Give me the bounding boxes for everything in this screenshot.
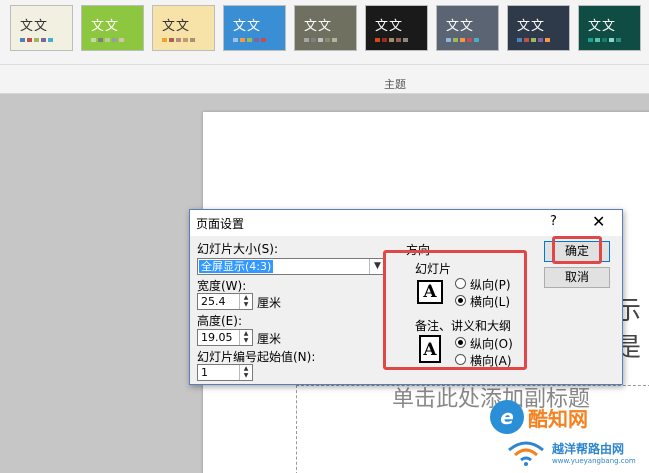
watermark-brand: 酷知网	[528, 407, 588, 431]
height-label: 高度(E):	[197, 314, 242, 328]
spin-up-icon[interactable]: ▲	[240, 365, 252, 372]
ribbon: 文文 文文 文文 文文 文文 文文 文文 文文 文文 主题	[0, 0, 649, 94]
theme-thumbnail[interactable]: 文文	[365, 5, 428, 51]
slides-portrait-label[interactable]: 纵向(P)	[470, 276, 511, 293]
slides-orientation-label: 幻灯片	[415, 262, 452, 276]
slides-landscape-label[interactable]: 横向(L)	[470, 293, 510, 310]
height-spinner[interactable]: 19.05 ▲ ▼	[197, 329, 253, 346]
width-unit: 厘米	[257, 296, 282, 310]
theme-color-swatches	[91, 38, 124, 42]
watermark-site-name: 越洋帮路由网	[552, 442, 625, 456]
watermark-site-url: www.yueyangbang.com	[552, 457, 636, 465]
theme-thumbnail-label: 文文	[517, 19, 546, 34]
slide-size-value: 全屏显示(4:3)	[199, 260, 274, 273]
watermark-logo: e	[490, 400, 524, 434]
spin-up-icon[interactable]: ▲	[240, 330, 252, 337]
theme-thumbnail[interactable]: 文文	[507, 5, 570, 51]
theme-thumbnail[interactable]: 文文	[152, 5, 215, 51]
dialog-title: 页面设置	[196, 217, 245, 231]
start-number-label: 幻灯片编号起始值(N):	[197, 350, 316, 364]
slide-size-label: 幻灯片大小(S):	[197, 242, 279, 256]
theme-thumbnail-label: 文文	[375, 19, 404, 34]
cancel-button[interactable]: 取消	[544, 267, 610, 288]
themes-group-caption: 主题	[384, 78, 406, 91]
theme-thumbnail-label: 文文	[446, 19, 475, 34]
highlight-box-ok	[552, 236, 602, 264]
ribbon-divider	[0, 64, 649, 65]
width-label: 宽度(W):	[197, 279, 247, 293]
slide-size-select[interactable]: 全屏显示(4:3) ▼	[197, 258, 386, 275]
spin-down-icon[interactable]: ▼	[240, 372, 252, 379]
notes-portrait-label[interactable]: 纵向(O)	[470, 335, 513, 352]
theme-thumbnail[interactable]: 文文	[10, 5, 73, 51]
close-button[interactable]: ✕	[592, 212, 605, 231]
notes-portrait-radio[interactable]	[455, 337, 466, 348]
theme-color-swatches	[20, 38, 53, 42]
theme-color-swatches	[588, 38, 621, 42]
theme-thumbnail-label: 文文	[20, 19, 49, 34]
start-number-value: 1	[201, 366, 208, 379]
theme-thumbnail[interactable]: 文文	[81, 5, 144, 51]
help-button[interactable]: ?	[550, 214, 557, 229]
width-spinner[interactable]: 25.4 ▲ ▼	[197, 293, 253, 310]
theme-color-swatches	[233, 38, 266, 42]
notes-landscape-radio[interactable]	[455, 354, 466, 365]
theme-color-swatches	[162, 38, 195, 42]
wifi-icon	[508, 441, 544, 466]
theme-thumbnail-label: 文文	[233, 19, 262, 34]
slides-portrait-radio[interactable]	[455, 278, 466, 289]
height-value: 19.05	[201, 331, 233, 344]
start-number-spinner[interactable]: 1 ▲ ▼	[197, 364, 253, 381]
spin-down-icon[interactable]: ▼	[240, 337, 252, 344]
theme-thumbnail[interactable]: 文文	[436, 5, 499, 51]
height-unit: 厘米	[257, 332, 282, 346]
page-setup-dialog: 页面设置 ? ✕ 幻灯片大小(S): 全屏显示(4:3) ▼ 宽度(W): 25…	[189, 209, 623, 385]
theme-thumbnail[interactable]: 文文	[223, 5, 286, 51]
notes-orientation-label: 备注、讲义和大纲	[415, 319, 512, 333]
theme-color-swatches	[446, 38, 479, 42]
spin-down-icon[interactable]: ▼	[240, 301, 252, 308]
theme-thumbnail[interactable]: 文文	[294, 5, 357, 51]
theme-thumbnail-label: 文文	[91, 19, 120, 34]
dialog-titlebar[interactable]: 页面设置 ? ✕	[190, 210, 622, 236]
theme-color-swatches	[304, 38, 337, 42]
width-value: 25.4	[201, 295, 226, 308]
theme-thumbnail-label: 文文	[162, 19, 191, 34]
theme-thumbnail[interactable]: 文文	[578, 5, 641, 51]
slides-landscape-radio[interactable]	[455, 295, 466, 306]
portrait-page-icon: A	[419, 335, 441, 363]
theme-color-swatches	[375, 38, 408, 42]
theme-color-swatches	[517, 38, 550, 42]
theme-thumbnail-label: 文文	[304, 19, 333, 34]
landscape-page-icon: A	[417, 280, 443, 304]
spin-up-icon[interactable]: ▲	[240, 294, 252, 301]
theme-thumbnail-label: 文文	[588, 19, 617, 34]
notes-landscape-label[interactable]: 横向(A)	[470, 352, 512, 369]
